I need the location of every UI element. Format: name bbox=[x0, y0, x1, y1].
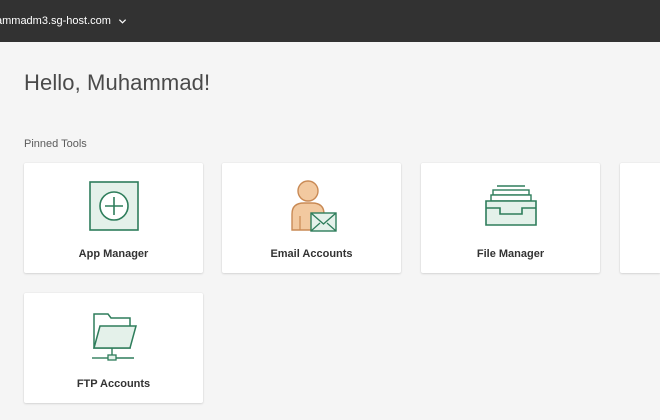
tool-label: App Manager bbox=[78, 248, 149, 260]
file-manager-icon bbox=[484, 185, 537, 226]
page-greeting: Hello, Muhammad! bbox=[24, 70, 211, 95]
tool-label: FTP Accounts bbox=[76, 378, 151, 390]
email-accounts-icon bbox=[290, 180, 337, 232]
tool-label: File Manager bbox=[476, 248, 545, 260]
ftp-accounts-icon bbox=[91, 313, 137, 361]
tool-tile-file-manager[interactable]: File Manager bbox=[421, 163, 600, 273]
tool-label: Email Accounts bbox=[270, 248, 353, 260]
chevron-down-icon bbox=[118, 18, 127, 24]
tool-tile-app-manager[interactable]: App Manager bbox=[24, 163, 203, 273]
top-bar: ammadm3.sg-host.com bbox=[0, 0, 660, 42]
tool-tile-partial[interactable] bbox=[620, 163, 660, 273]
pinned-tools-heading: Pinned Tools bbox=[24, 138, 87, 150]
tool-tile-ftp-accounts[interactable]: FTP Accounts bbox=[24, 293, 203, 403]
site-name: ammadm3.sg-host.com bbox=[0, 15, 111, 27]
app-manager-icon bbox=[88, 181, 139, 231]
tool-tile-email-accounts[interactable]: Email Accounts bbox=[222, 163, 401, 273]
site-selector[interactable]: ammadm3.sg-host.com bbox=[0, 0, 127, 42]
